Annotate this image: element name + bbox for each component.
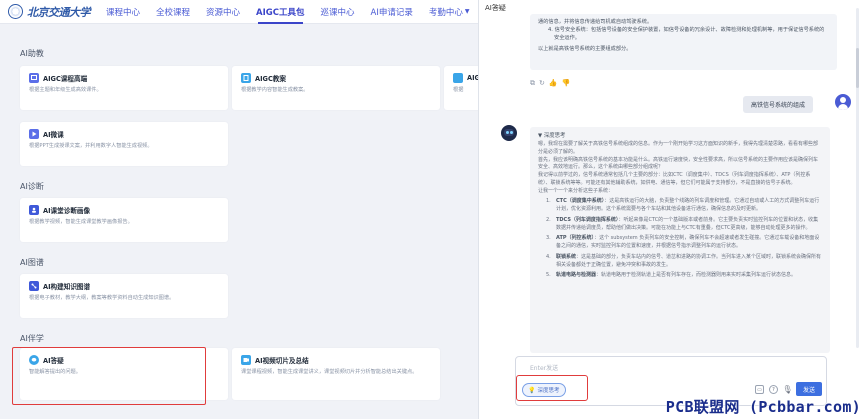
answer-line: 以上就是高铁信号系统的主要组成部分。 — [538, 46, 632, 53]
graph-icon — [29, 281, 39, 291]
card-ai-micro-lesson[interactable]: AI微课 根据PPT生成授课文案，并利用数字人智能生成视频。 — [20, 122, 228, 166]
main-nav: 课程中心 全校课程 资源中心 AIGC工具包 巡课中心 AI申请记录 考勤中心 ▼… — [98, 0, 502, 24]
card-title: AIGC教案 — [255, 75, 286, 83]
card-title: AI构建知识图谱 — [43, 283, 91, 291]
card-title: AI课堂诊断画像 — [43, 207, 91, 215]
previous-answer: 通的信息，并将信息传递给司机或自动驾驶系统。 4. 信号安全系统：包括信号设备的… — [530, 14, 837, 70]
user-avatar — [835, 94, 851, 110]
thinking-paragraph: 嗯，我现在需要了解关于高铁信号系统组成的信息。作为一个刚开始学习这方面知识的新手… — [538, 141, 819, 155]
logo-seal-icon — [8, 4, 23, 19]
deep-thinking-button[interactable]: 💡 深度思考 — [522, 383, 566, 397]
card-aigc-course[interactable]: AIGC课程高端 根据主题和年级生成高效课件。 — [20, 66, 228, 110]
card-ai-knowledge-graph[interactable]: AI构建知识图谱 根据电子教材，教学大纲，教案等教学资料自动生成知识图谱。 — [20, 274, 228, 318]
lightbulb-icon: 💡 — [528, 386, 536, 394]
nav-aigc-toolkit[interactable]: AIGC工具包 — [248, 0, 312, 24]
watermark: PCB联盟网 (Pcbbar.com) — [665, 398, 861, 416]
card-title: AI视频切片及总结 — [255, 357, 309, 365]
copy-icon[interactable]: ⧉ — [530, 79, 535, 88]
microphone-icon[interactable]: 🎙 — [782, 385, 792, 394]
section-title-assist: AI助教 — [20, 49, 44, 58]
nav-attendance-label: 考勤中心 — [428, 7, 463, 18]
card-aigc-lesson-plan[interactable]: AIGC教案 根据教学内容智能生成教案。 — [232, 66, 440, 110]
nav-aigc-toolkit-label: AIGC工具包 — [256, 7, 305, 18]
section-title-diagnose: AI诊断 — [20, 182, 44, 191]
panel-scrollbar[interactable] — [856, 8, 859, 348]
answer-line: 通的信息，并将信息传递给司机或自动驾驶系统。 — [538, 19, 653, 25]
top-navbar: 北京交通大学 课程中心 全校课程 资源中心 AIGC工具包 巡课中心 AI申请记… — [0, 0, 494, 24]
nav-patrol-center[interactable]: 巡课中心 — [313, 0, 363, 24]
scrollbar-thumb[interactable] — [856, 48, 859, 88]
answer-line: 4. 信号安全系统：包括信号设备的安全保护装置，如信号设备的冗余设计、故障检测和… — [548, 27, 825, 42]
thumbs-down-icon[interactable]: 👎 — [562, 79, 571, 88]
section-title-study: AI伴学 — [20, 334, 44, 343]
section-title-graph: AI图谱 — [20, 258, 44, 267]
nav-course-center[interactable]: 课程中心 — [98, 0, 148, 24]
image-icon[interactable]: ▭ — [755, 385, 764, 394]
card-desc: 根据教学视频，智能生成课堂教学画像报告。 — [29, 219, 133, 225]
logo-text: 北京交通大学 — [27, 5, 91, 19]
slides-icon — [29, 73, 39, 83]
card-desc: 根据主题和年级生成高效课件。 — [29, 87, 102, 93]
send-button[interactable]: 发送 — [796, 382, 822, 396]
chat-bubble-icon — [29, 355, 39, 365]
thinking-list-item: 3. ATP（列控系统）：这个 subsystem 负责列车的安全控制，确保列车不… — [546, 235, 820, 249]
thinking-paragraph: 首先，我应该明确高铁信号系统的基本功能是什么。高铁运行速度快，安全性要求高，所以… — [538, 156, 819, 171]
card-desc: 根据PPT生成授课文案，并利用数字人智能生成视频。 — [29, 143, 153, 149]
composer-input[interactable]: Enter发送 — [530, 363, 558, 372]
deep-thinking-toggle[interactable]: ▼ 深度思考 — [538, 131, 822, 139]
nav-ai-requests[interactable]: AI申请记录 — [363, 0, 421, 24]
card-title: AI微课 — [43, 131, 64, 139]
card-desc: 课堂课程视频，智能生成课堂讲义，课堂视频切片并分析智能总结出关键点。 — [241, 369, 418, 375]
card-title: AI答疑 — [43, 357, 64, 365]
card-title: AIGC — [467, 74, 478, 82]
video-icon — [241, 355, 251, 365]
help-icon[interactable]: ? — [769, 385, 778, 394]
chevron-down-icon: ▼ — [464, 8, 470, 15]
message-toolbar: ⧉ ↻ 👍 👎 — [530, 79, 570, 88]
refresh-icon[interactable]: ↻ — [539, 79, 545, 88]
document-icon — [453, 73, 463, 83]
bot-avatar — [501, 125, 517, 141]
play-icon — [29, 129, 39, 139]
thumbs-up-icon[interactable]: 👍 — [549, 79, 558, 88]
thinking-list-item: 2. TDCS（列车调度指挥系统）：听起来像是CTC的一个基础版本或者前身。它主要… — [546, 216, 819, 231]
user-question: 高铁信号系统的组成 — [742, 96, 813, 113]
composer-tools: ▭ ? 🎙 — [755, 385, 793, 394]
card-ai-classroom-diagnosis[interactable]: AI课堂诊断画像 根据教学视频，智能生成课堂教学画像报告。 — [20, 198, 228, 242]
panel-title: AI答疑 — [485, 4, 506, 12]
card-aigc-partial[interactable]: AIGC 根据 — [444, 66, 478, 110]
nav-all-courses[interactable]: 全校课程 — [148, 0, 198, 24]
nav-attendance[interactable]: 考勤中心 ▼ — [421, 0, 478, 24]
card-desc: 根据 — [453, 87, 464, 93]
deep-thinking-label: 深度思考 — [537, 388, 560, 394]
thinking-list-item: 5. 轨道电路与检测器：轨道电路用于检测轨道上是否有列车存在，而检测器则用来实时采… — [546, 272, 797, 279]
thinking-paragraph: 让我一个一个来分析这些子系统： — [538, 187, 614, 194]
user-profile-icon — [29, 205, 39, 215]
card-desc: 根据教学内容智能生成教案。 — [241, 87, 309, 93]
thinking-paragraph: 我记得以前学过的，信号系统通常包括几个主要的部分：比如CTC（调度集中）、TDC… — [538, 172, 811, 186]
card-ai-tutor[interactable]: AI答疑 智能解答提出的问题。 — [20, 348, 228, 400]
card-title: AIGC课程高端 — [43, 75, 88, 83]
card-ai-video-slice[interactable]: AI视频切片及总结 课堂课程视频，智能生成课堂讲义，课堂视频切片并分析智能总结出… — [232, 348, 440, 400]
main-content: AI助教 AIGC课程高端 根据主题和年级生成高效课件。 AIGC教案 根据教学… — [0, 24, 478, 419]
university-logo[interactable]: 北京交通大学 — [8, 4, 91, 20]
card-desc: 根据电子教材，教学大纲，教案等教学资料自动生成知识图谱。 — [29, 295, 175, 301]
nav-resource-center[interactable]: 资源中心 — [198, 0, 248, 24]
document-icon — [241, 73, 251, 83]
card-desc: 智能解答提出的问题。 — [29, 369, 81, 375]
deep-thinking-block: ▼ 深度思考 嗯，我现在需要了解关于高铁信号系统组成的信息。作为一个刚开始学习这… — [530, 127, 830, 353]
thinking-list-item: 4. 联锁系统：这是基础的部分，负责车站内的信号、道岔和进路的协调工作。当列车进入… — [546, 253, 822, 268]
thinking-list-item: 1. CTC（调度集中系统）：这是高铁运行的大脑，负责整个线路的列车调度和管理。它… — [546, 198, 820, 212]
